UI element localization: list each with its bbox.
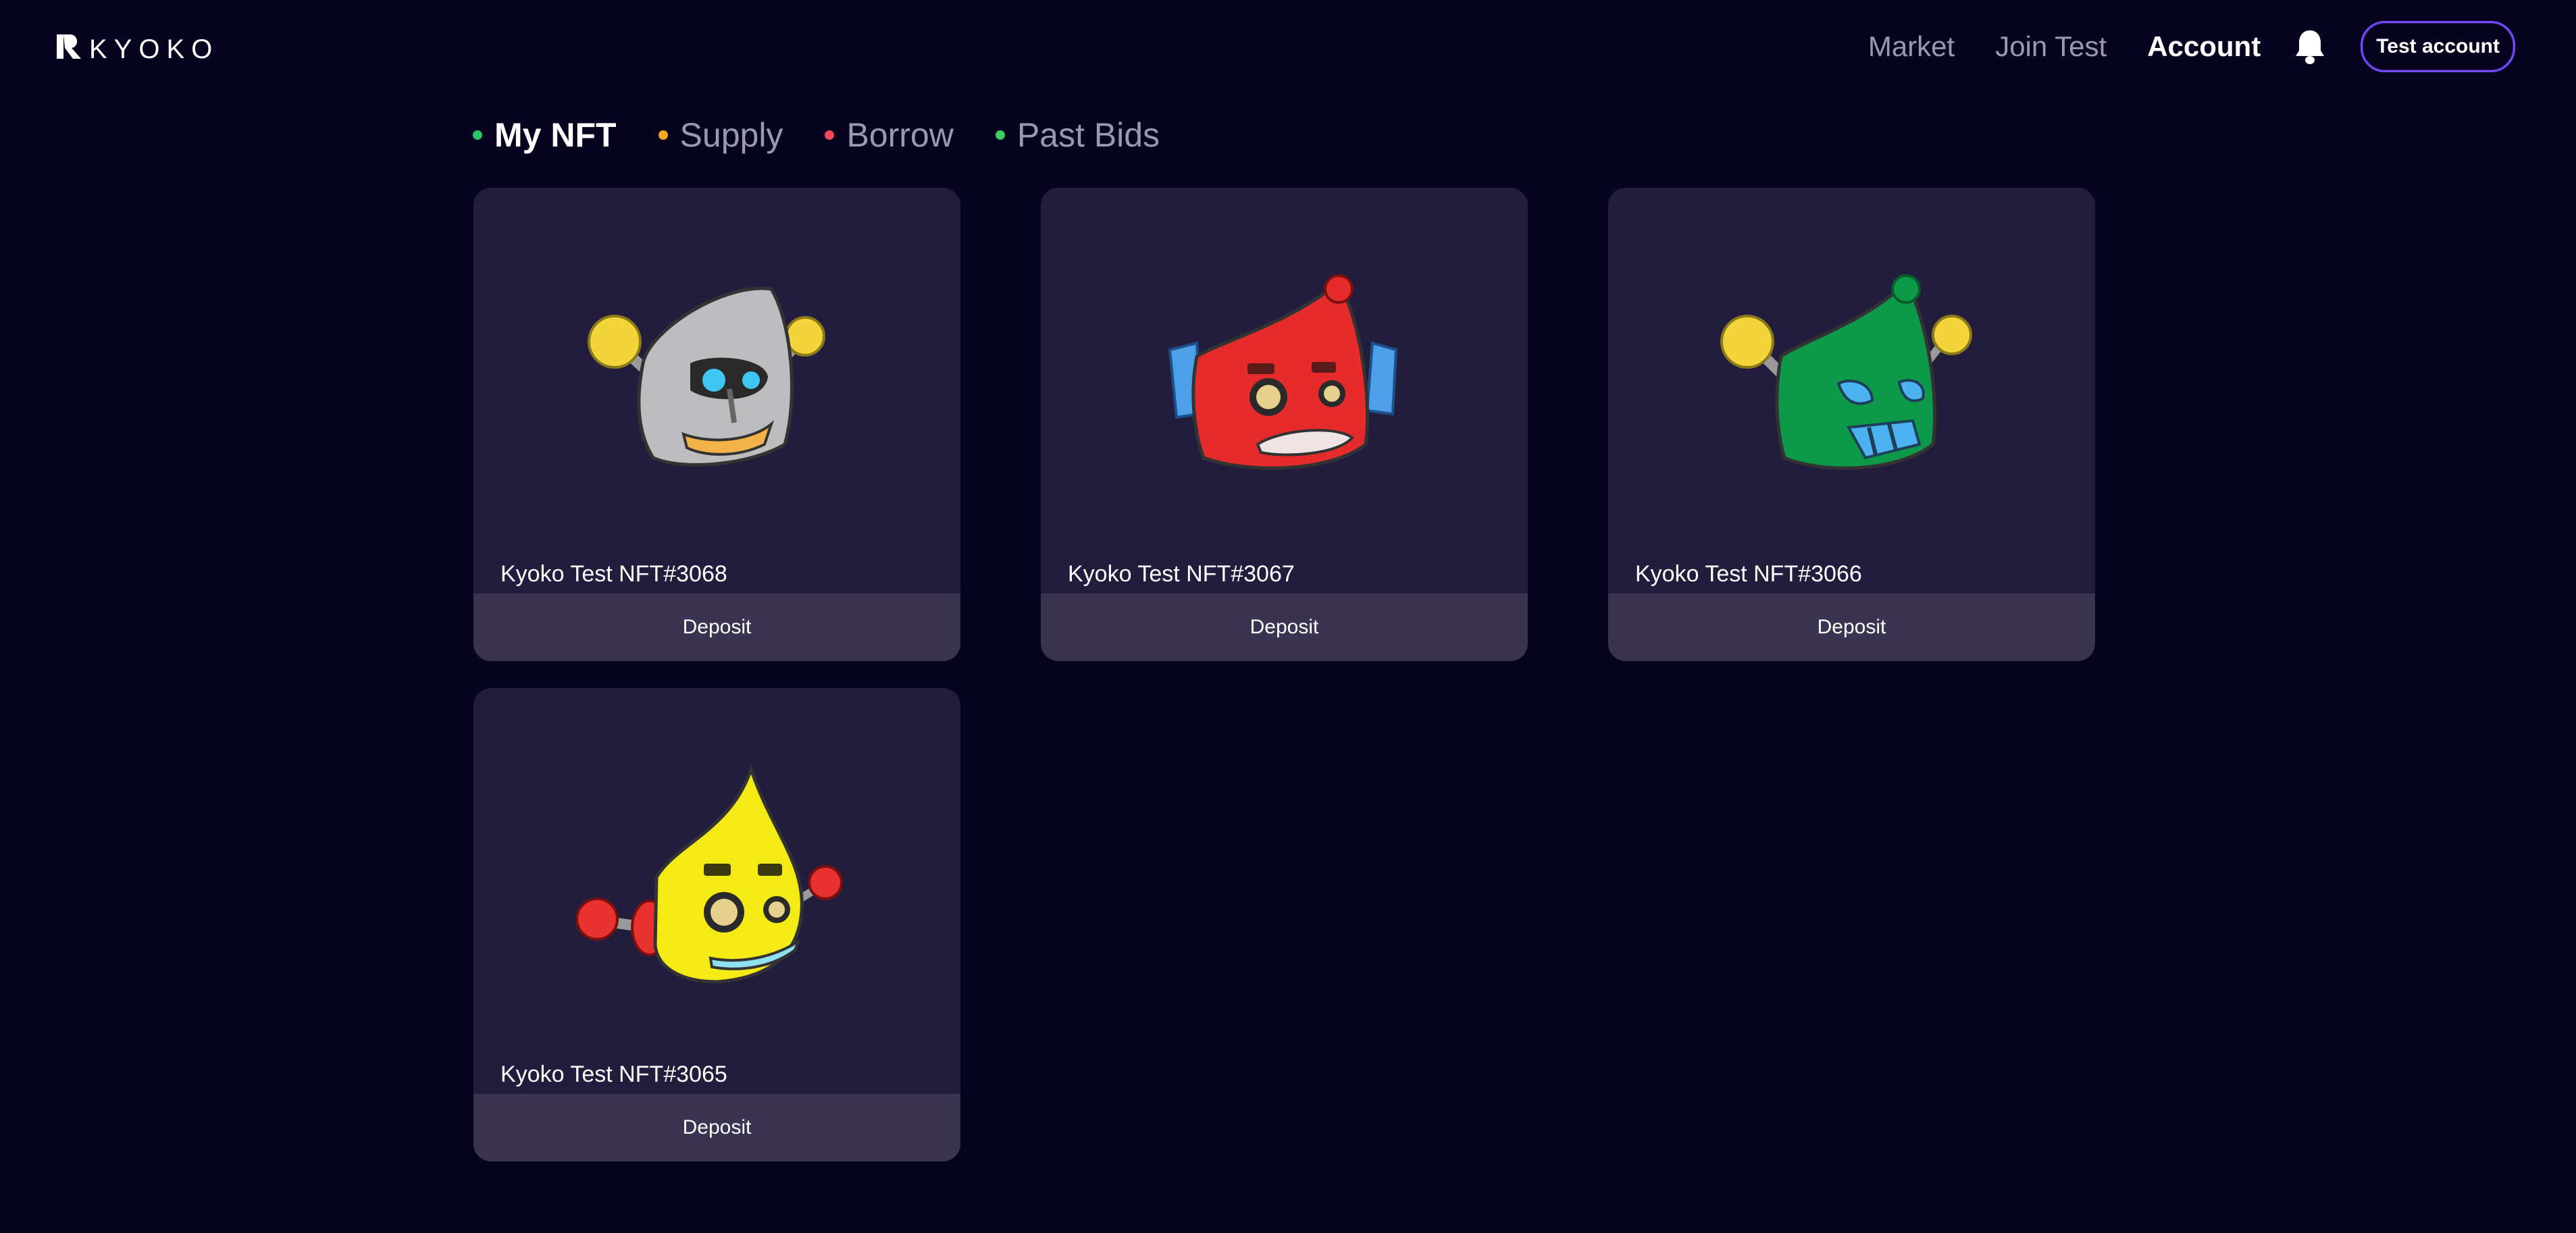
nft-card[interactable]: Kyoko Test NFT#3066 Deposit bbox=[1608, 188, 2095, 661]
tab-label: My NFT bbox=[494, 116, 617, 154]
tab-past-bids[interactable]: Past Bids bbox=[995, 115, 1160, 155]
nav-account[interactable]: Account bbox=[2147, 30, 2261, 63]
red-robot-nft-image bbox=[1041, 188, 1528, 566]
nft-card[interactable]: Kyoko Test NFT#3068 Deposit bbox=[473, 188, 960, 661]
tab-dot-icon bbox=[473, 130, 482, 140]
green-robot-nft-image bbox=[1608, 188, 2095, 566]
nft-card[interactable]: Kyoko Test NFT#3065 Deposit bbox=[473, 688, 960, 1161]
account-button[interactable]: Test account bbox=[2361, 21, 2515, 72]
app-root: KYOKO Market Join Test Account Test acco… bbox=[0, 0, 2576, 1233]
tab-dot-icon bbox=[658, 130, 668, 140]
deposit-button[interactable]: Deposit bbox=[473, 594, 960, 661]
account-tabs: My NFT Supply Borrow Past Bids bbox=[473, 113, 1202, 157]
yellow-robot-nft-image bbox=[473, 688, 960, 1066]
deposit-button[interactable]: Deposit bbox=[1608, 594, 2095, 661]
nav-market[interactable]: Market bbox=[1868, 30, 1955, 63]
tab-supply[interactable]: Supply bbox=[658, 115, 783, 155]
tab-label: Past Bids bbox=[1016, 116, 1160, 154]
top-nav: Market Join Test Account Test account bbox=[1868, 21, 2515, 72]
nft-card[interactable]: Kyoko Test NFT#3067 Deposit bbox=[1041, 188, 1528, 661]
bell-icon[interactable] bbox=[2294, 28, 2325, 65]
tab-my-nft[interactable]: My NFT bbox=[473, 115, 617, 155]
nft-title: Kyoko Test NFT#3068 bbox=[500, 561, 727, 587]
tab-borrow[interactable]: Borrow bbox=[825, 115, 954, 155]
tab-dot-icon bbox=[825, 130, 835, 140]
kyoko-logo[interactable]: KYOKO bbox=[54, 30, 219, 63]
nft-title: Kyoko Test NFT#3067 bbox=[1068, 561, 1295, 587]
nft-title: Kyoko Test NFT#3065 bbox=[500, 1061, 727, 1087]
kyoko-logo-icon bbox=[54, 32, 84, 61]
tab-label: Supply bbox=[679, 116, 783, 154]
tab-label: Borrow bbox=[846, 116, 954, 154]
nft-title: Kyoko Test NFT#3066 bbox=[1635, 561, 1862, 587]
tab-dot-icon bbox=[995, 130, 1005, 140]
nav-join-test[interactable]: Join Test bbox=[1995, 30, 2107, 63]
grey-robot-nft-image bbox=[473, 188, 960, 566]
deposit-button[interactable]: Deposit bbox=[1041, 594, 1528, 661]
logo-text: KYOKO bbox=[89, 34, 220, 64]
deposit-button[interactable]: Deposit bbox=[473, 1094, 960, 1161]
